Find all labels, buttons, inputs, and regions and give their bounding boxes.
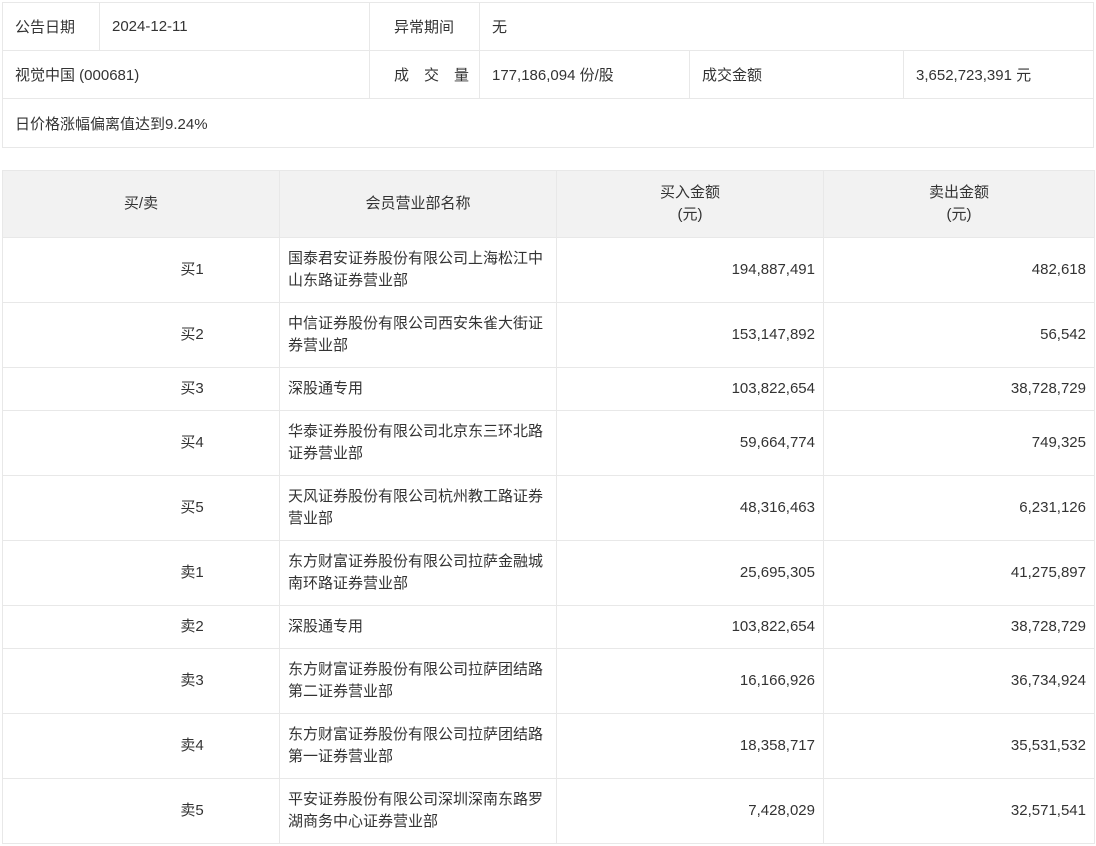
abnormal-period-label: 异常期间 [370,3,480,51]
branch-cell: 天风证券股份有限公司杭州教工路证券营业部 [279,475,557,541]
announce-date-value: 2024-12-11 [100,3,370,51]
table-row: 卖4 东方财富证券股份有限公司拉萨团结路第一证券营业部 18,358,717 3… [2,713,1095,779]
col-header-buy-amount: 买入金额 (元) [556,170,824,238]
table-row: 卖2 深股通专用 103,822,654 38,728,729 [2,605,1095,649]
sell-amount-cell: 749,325 [823,410,1095,476]
buy-amount-header-title: 买入金额 [659,184,720,201]
turnover-value: 3,652,723,391 元 [904,51,1093,99]
sell-amount-cell: 6,231,126 [823,475,1095,541]
turnover-label: 成交金额 [690,51,904,99]
sell-amount-cell: 36,734,924 [823,648,1095,714]
buy-amount-cell: 16,166,926 [556,648,824,714]
table-row: 买1 国泰君安证券股份有限公司上海松江中山东路证券营业部 194,887,491… [2,237,1095,303]
table-header: 买/卖 会员营业部名称 买入金额 (元) 卖出金额 (元) [2,170,1095,238]
volume-label: 成 交 量 [370,51,480,99]
sell-amount-cell: 38,728,729 [823,605,1095,649]
side-cell: 买5 [2,475,280,541]
col-header-branch-name: 会员营业部名称 [279,170,557,238]
buy-amount-cell: 48,316,463 [556,475,824,541]
broker-table: 买/卖 会员营业部名称 买入金额 (元) 卖出金额 (元) 买1 国泰君安证券股… [2,170,1095,844]
header-row: 买/卖 会员营业部名称 买入金额 (元) 卖出金额 (元) [2,170,1095,238]
buy-amount-cell: 194,887,491 [556,237,824,303]
branch-cell: 东方财富证券股份有限公司拉萨团结路第二证券营业部 [279,648,557,714]
summary-panel: 公告日期 2024-12-11 异常期间 无 视觉中国 (000681) 成 交… [2,2,1094,148]
branch-cell: 国泰君安证券股份有限公司上海松江中山东路证券营业部 [279,237,557,303]
buy-amount-cell: 25,695,305 [556,540,824,606]
stock-name: 视觉中国 (000681) [3,51,370,99]
branch-cell: 平安证券股份有限公司深圳深南东路罗湖商务中心证券营业部 [279,778,557,844]
branch-cell: 东方财富证券股份有限公司拉萨团结路第一证券营业部 [279,713,557,779]
sell-amount-cell: 41,275,897 [823,540,1095,606]
table-row: 买2 中信证券股份有限公司西安朱雀大街证券营业部 153,147,892 56,… [2,302,1095,368]
buy-amount-cell: 7,428,029 [556,778,824,844]
side-cell: 卖3 [2,648,280,714]
panel-table-gap [2,148,1094,170]
buy-amount-cell: 103,822,654 [556,367,824,411]
sell-amount-cell: 35,531,532 [823,713,1095,779]
table-row: 卖3 东方财富证券股份有限公司拉萨团结路第二证券营业部 16,166,926 3… [2,648,1095,714]
buy-amount-cell: 103,822,654 [556,605,824,649]
branch-cell: 中信证券股份有限公司西安朱雀大街证券营业部 [279,302,557,368]
abnormal-period-value: 无 [480,3,1093,51]
price-deviation-note: 日价格涨幅偏离值达到9.24% [15,115,208,133]
branch-cell: 深股通专用 [279,605,557,649]
side-cell: 买3 [2,367,280,411]
sell-amount-unit-label: (元) [946,206,972,223]
col-header-buy-sell: 买/卖 [2,170,280,238]
buy-amount-cell: 18,358,717 [556,713,824,779]
sell-amount-header-title: 卖出金额 [928,184,989,201]
side-cell: 买4 [2,410,280,476]
side-cell: 卖1 [2,540,280,606]
buy-amount-cell: 59,664,774 [556,410,824,476]
table-row: 卖5 平安证券股份有限公司深圳深南东路罗湖商务中心证券营业部 7,428,029… [2,778,1095,844]
side-cell: 卖4 [2,713,280,779]
lhb-disclosure-page: 公告日期 2024-12-11 异常期间 无 视觉中国 (000681) 成 交… [2,2,1095,844]
branch-cell: 深股通专用 [279,367,557,411]
buy-amount-cell: 153,147,892 [556,302,824,368]
sell-amount-cell: 56,542 [823,302,1095,368]
sell-amount-cell: 32,571,541 [823,778,1095,844]
side-cell: 买2 [2,302,280,368]
sell-amount-cell: 38,728,729 [823,367,1095,411]
table-row: 买5 天风证券股份有限公司杭州教工路证券营业部 48,316,463 6,231… [2,475,1095,541]
table-row: 卖1 东方财富证券股份有限公司拉萨金融城南环路证券营业部 25,695,305 … [2,540,1095,606]
branch-cell: 东方财富证券股份有限公司拉萨金融城南环路证券营业部 [279,540,557,606]
announce-date-label: 公告日期 [3,3,100,51]
table-body: 买1 国泰君安证券股份有限公司上海松江中山东路证券营业部 194,887,491… [2,237,1095,844]
side-cell: 买1 [2,237,280,303]
buy-amount-unit-label: (元) [677,206,703,223]
volume-value: 177,186,094 份/股 [480,51,690,99]
side-cell: 卖2 [2,605,280,649]
side-cell: 卖5 [2,778,280,844]
table-row: 买3 深股通专用 103,822,654 38,728,729 [2,367,1095,411]
sell-amount-cell: 482,618 [823,237,1095,303]
col-header-sell-amount: 卖出金额 (元) [823,170,1095,238]
branch-cell: 华泰证券股份有限公司北京东三环北路证券营业部 [279,410,557,476]
table-row: 买4 华泰证券股份有限公司北京东三环北路证券营业部 59,664,774 749… [2,410,1095,476]
